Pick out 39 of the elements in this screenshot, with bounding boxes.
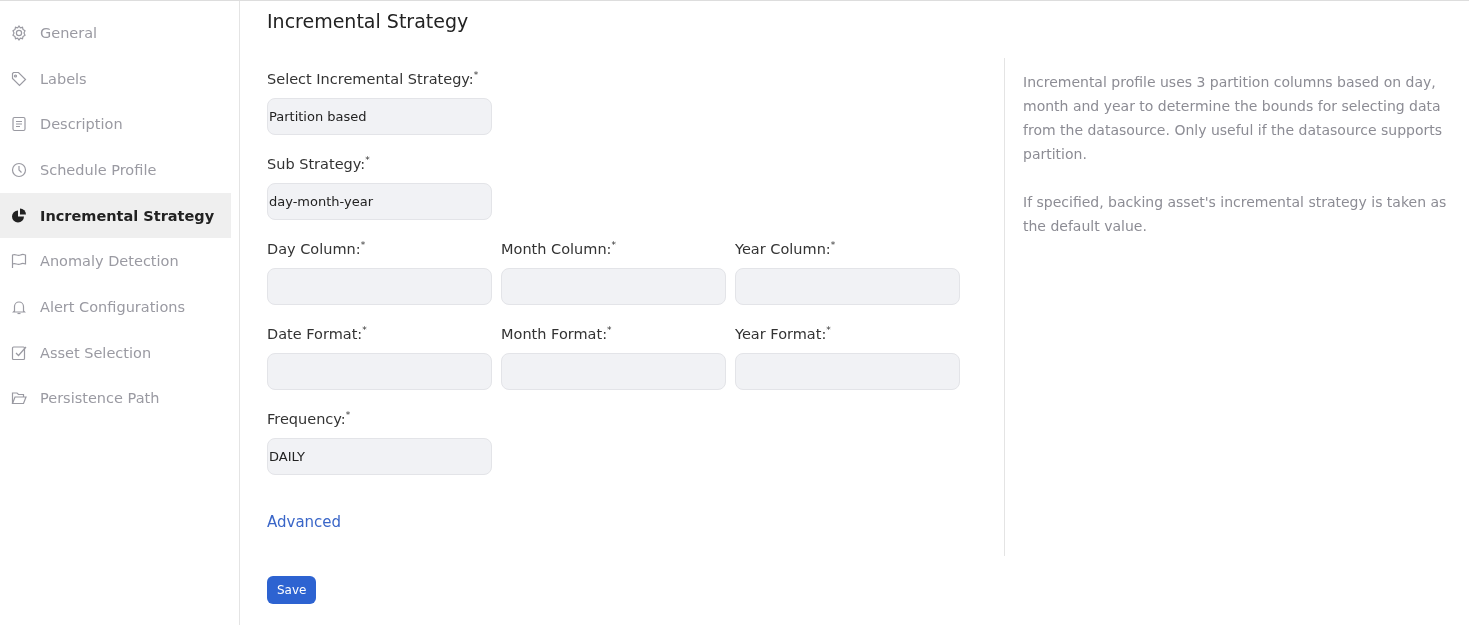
input-field[interactable]: DAILY [267,438,492,475]
input-field[interactable] [267,268,492,305]
input-field[interactable] [735,268,960,305]
sidebar-item[interactable]: Schedule Profile [0,147,231,193]
field-label: Day Column:$^{*}$ [267,240,367,259]
sidebar-item[interactable]: Description [0,101,231,148]
help-text: Incremental profile uses 3 partition columns based on day, month and year to determine the bounds for selecting data from the datasource. Only useful if the datasource supports partition. [1023,73,1444,164]
input-field[interactable] [735,353,960,390]
input-field[interactable] [501,268,726,305]
field-label: Date Format:$^{*}$ [267,325,368,344]
field-label: Month Column:$^{*}$ [501,240,617,259]
input-field[interactable] [267,353,492,390]
clock-icon [10,160,28,179]
field-label: Select Incremental Strategy:$^{*}$ [267,70,480,89]
help-text: If specified, backing asset's incremental strategy is taken as the default value. [1023,193,1448,236]
sidebar-item[interactable]: Asset Selection [0,329,231,376]
field-label: Sub Strategy:$^{*}$ [267,155,371,174]
sidebar-item[interactable]: Alert Configurations [0,284,231,330]
sidebar-item[interactable]: General [0,10,231,56]
input-field[interactable] [501,353,726,390]
save-button[interactable]: Save [267,576,317,604]
sidebar-item[interactable]: Anomaly Detection [0,238,231,285]
sidebar-item[interactable]: Labels [0,55,231,102]
document-icon [10,115,28,134]
field-label: Month Format:$^{*}$ [501,325,613,344]
pie-icon [10,206,28,225]
input-field[interactable]: Partition based [267,98,492,135]
input-field[interactable]: day-month-year [267,183,492,220]
field-label: Year Column:$^{*}$ [735,240,837,259]
checkbox-icon [10,343,28,362]
advanced-link[interactable]: Advanced [267,513,342,531]
tag-icon [10,69,28,88]
sidebar-item[interactable]: Persistence Path [0,375,231,422]
field-label: Year Format:$^{*}$ [735,325,832,344]
gear-icon [10,23,28,42]
field-label: Frequency:$^{*}$ [267,410,352,429]
page-title: Incremental Strategy [267,10,470,32]
flag-icon [10,252,28,271]
sidebar-item[interactable]: Incremental Strategy [0,192,231,239]
